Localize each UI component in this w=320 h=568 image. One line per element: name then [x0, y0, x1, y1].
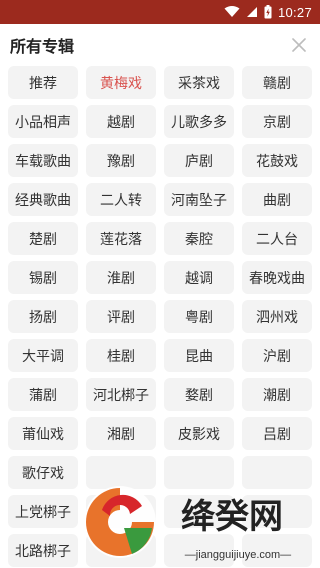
album-item[interactable]: 豫剧	[86, 144, 156, 177]
album-item[interactable]	[242, 534, 312, 567]
album-item[interactable]: 泗州戏	[242, 300, 312, 333]
header: 所有专辑	[0, 24, 320, 66]
album-item[interactable]: 蒲剧	[8, 378, 78, 411]
album-item[interactable]: 采茶戏	[164, 66, 234, 99]
status-bar: 10:27	[0, 0, 320, 24]
album-item[interactable]: 吕剧	[242, 417, 312, 450]
album-item[interactable]	[164, 456, 234, 489]
album-item[interactable]: 曲剧	[242, 183, 312, 216]
album-item[interactable]: 越剧	[86, 105, 156, 138]
album-item[interactable]: 花鼓戏	[242, 144, 312, 177]
album-item[interactable]: 车载歌曲	[8, 144, 78, 177]
signal-icon	[246, 6, 258, 18]
close-button[interactable]	[288, 34, 310, 56]
album-item[interactable]: 越调	[164, 261, 234, 294]
album-item[interactable]: 锡剧	[8, 261, 78, 294]
album-item[interactable]: 小品相声	[8, 105, 78, 138]
album-item[interactable]: 大平调	[8, 339, 78, 372]
album-item[interactable]	[164, 495, 234, 528]
battery-charging-icon	[264, 5, 272, 19]
close-icon	[292, 38, 306, 52]
album-item[interactable]: 河南坠子	[164, 183, 234, 216]
album-item[interactable]: 经典歌曲	[8, 183, 78, 216]
album-item[interactable]: 楚剧	[8, 222, 78, 255]
album-item[interactable]	[242, 495, 312, 528]
album-item[interactable]: 淮剧	[86, 261, 156, 294]
album-item[interactable]: 昆曲	[164, 339, 234, 372]
album-item[interactable]: 桂剧	[86, 339, 156, 372]
album-item[interactable]: 莲花落	[86, 222, 156, 255]
album-item[interactable]: 京剧	[242, 105, 312, 138]
album-item[interactable]: 湘剧	[86, 417, 156, 450]
album-item[interactable]	[86, 456, 156, 489]
album-item[interactable]: 婺剧	[164, 378, 234, 411]
album-item[interactable]: 春晚戏曲	[242, 261, 312, 294]
album-item[interactable]: 秦腔	[164, 222, 234, 255]
page-title: 所有专辑	[10, 37, 75, 56]
album-item[interactable]: 二人台	[242, 222, 312, 255]
album-item[interactable]	[164, 534, 234, 567]
album-item[interactable]: 推荐	[8, 66, 78, 99]
album-item[interactable]: 皮影戏	[164, 417, 234, 450]
album-item[interactable]: 二人转	[86, 183, 156, 216]
album-item[interactable]	[86, 534, 156, 567]
album-item[interactable]: 莆仙戏	[8, 417, 78, 450]
album-item[interactable]: 河北梆子	[86, 378, 156, 411]
album-item[interactable]: 庐剧	[164, 144, 234, 177]
album-item[interactable]: 黄梅戏	[86, 66, 156, 99]
album-item[interactable]: 扬剧	[8, 300, 78, 333]
album-item[interactable]: 评剧	[86, 300, 156, 333]
album-item[interactable]: 上党梆子	[8, 495, 78, 528]
album-item[interactable]: 粤剧	[164, 300, 234, 333]
album-item[interactable]	[242, 456, 312, 489]
album-grid: 推荐 黄梅戏 采茶戏 赣剧小品相声 越剧 儿歌多多 京剧车载歌曲 豫剧 庐剧 花鼓戏经典歌曲 二人转…	[8, 66, 312, 567]
album-item[interactable]	[86, 495, 156, 528]
album-item[interactable]: 潮剧	[242, 378, 312, 411]
status-time: 10:27	[277, 4, 312, 20]
album-item[interactable]: 赣剧	[242, 66, 312, 99]
album-item[interactable]: 北路梆子	[8, 534, 78, 567]
album-item[interactable]: 沪剧	[242, 339, 312, 372]
album-item[interactable]: 儿歌多多	[164, 105, 234, 138]
wifi-icon	[224, 6, 240, 18]
album-item[interactable]: 歌仔戏	[8, 456, 78, 489]
